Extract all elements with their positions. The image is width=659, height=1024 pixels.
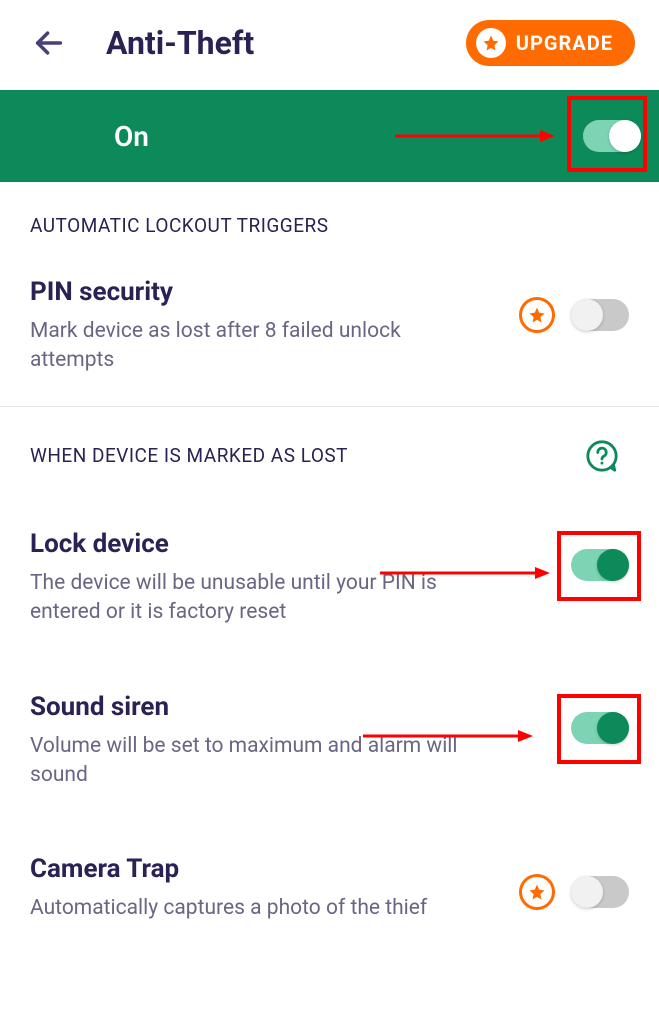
upgrade-label: UPGRADE xyxy=(516,31,613,55)
setting-desc: Automatically captures a photo of the th… xyxy=(30,894,460,923)
setting-title: Camera Trap xyxy=(30,854,509,884)
setting-text: Camera Trap Automatically captures a pho… xyxy=(30,854,519,923)
toggle-knob xyxy=(597,549,629,581)
setting-text: Lock device The device will be unusable … xyxy=(30,529,571,628)
master-status-label: On xyxy=(114,120,149,153)
setting-desc: Mark device as lost after 8 failed unloc… xyxy=(30,317,460,376)
master-toggle-row: On xyxy=(0,90,659,182)
setting-title: Sound siren xyxy=(30,692,561,722)
toggle-knob xyxy=(571,876,603,908)
sound-siren-toggle[interactable] xyxy=(571,712,629,744)
help-button[interactable] xyxy=(585,439,619,473)
setting-desc: Volume will be set to maximum and alarm … xyxy=(30,732,460,791)
master-toggle[interactable] xyxy=(583,120,641,152)
setting-camera-trap: Camera Trap Automatically captures a pho… xyxy=(0,814,659,947)
annotation-arrow xyxy=(395,126,555,146)
arrow-left-icon xyxy=(32,26,66,60)
setting-controls xyxy=(571,549,629,581)
setting-controls xyxy=(519,297,629,333)
toggle-knob xyxy=(571,299,603,331)
section-header-label: WHEN DEVICE IS MARKED AS LOST xyxy=(30,444,348,467)
master-toggle-wrap xyxy=(583,120,641,152)
star-icon-circle xyxy=(476,28,506,58)
star-icon xyxy=(482,34,500,52)
star-icon xyxy=(528,883,546,901)
setting-pin-security: PIN security Mark device as lost after 8… xyxy=(0,247,659,400)
toggle-knob xyxy=(597,712,629,744)
setting-desc: The device will be unusable until your P… xyxy=(30,569,460,628)
help-icon xyxy=(585,439,619,473)
app-header: Anti-Theft UPGRADE xyxy=(0,0,659,86)
setting-lock-device: Lock device The device will be unusable … xyxy=(0,483,659,652)
section-header-triggers: AUTOMATIC LOCKOUT TRIGGERS xyxy=(0,182,659,247)
star-icon xyxy=(528,306,546,324)
lock-device-toggle[interactable] xyxy=(571,549,629,581)
setting-controls xyxy=(519,874,629,910)
premium-badge xyxy=(519,297,555,333)
upgrade-button[interactable]: UPGRADE xyxy=(466,20,635,66)
pin-security-toggle[interactable] xyxy=(571,299,629,331)
page-title: Anti-Theft xyxy=(106,24,254,62)
setting-sound-siren: Sound siren Volume will be set to maximu… xyxy=(0,652,659,815)
setting-title: PIN security xyxy=(30,277,509,307)
section-header-lost: WHEN DEVICE IS MARKED AS LOST xyxy=(0,407,659,483)
camera-trap-toggle[interactable] xyxy=(571,876,629,908)
back-button[interactable] xyxy=(30,24,68,62)
toggle-knob xyxy=(609,120,641,152)
setting-controls xyxy=(571,712,629,744)
setting-title: Lock device xyxy=(30,529,561,559)
setting-text: Sound siren Volume will be set to maximu… xyxy=(30,692,571,791)
setting-text: PIN security Mark device as lost after 8… xyxy=(30,277,519,376)
premium-badge xyxy=(519,874,555,910)
